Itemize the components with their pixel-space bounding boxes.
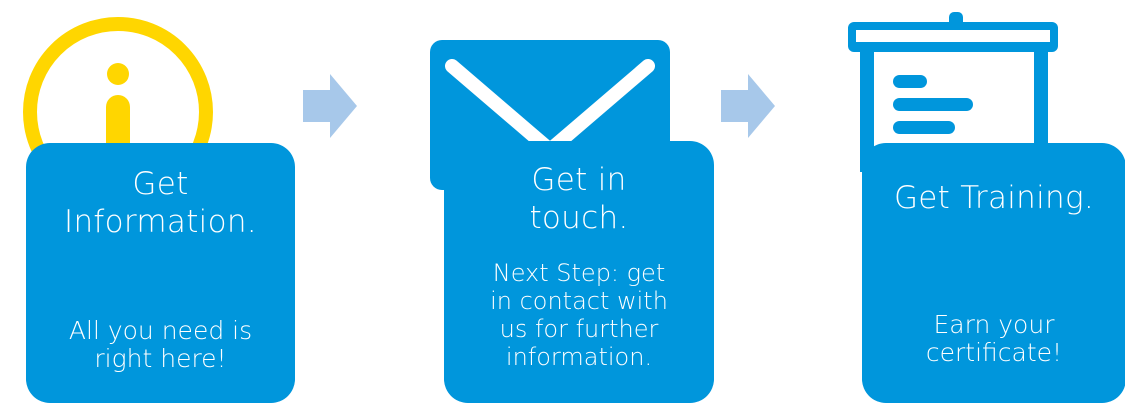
arrow-right-icon: [721, 74, 775, 138]
step-title: Get Training.: [893, 180, 1095, 216]
step-title: Get Information.: [64, 166, 257, 240]
step-card-get-in-touch: Get in touch. Next Step: get in contact …: [444, 141, 714, 403]
arrow-right-icon: [303, 74, 357, 138]
step-card-get-information: Get Information. All you need is right h…: [26, 143, 295, 403]
step-description: All you need is right here!: [68, 316, 253, 373]
step-card-get-training: Get Training. Earn your certificate!: [862, 143, 1125, 403]
step-title: Get in touch.: [529, 162, 629, 236]
step-description: Earn your certificate!: [925, 310, 1063, 367]
step-description: Next Step: get in contact with us for fu…: [490, 259, 668, 371]
